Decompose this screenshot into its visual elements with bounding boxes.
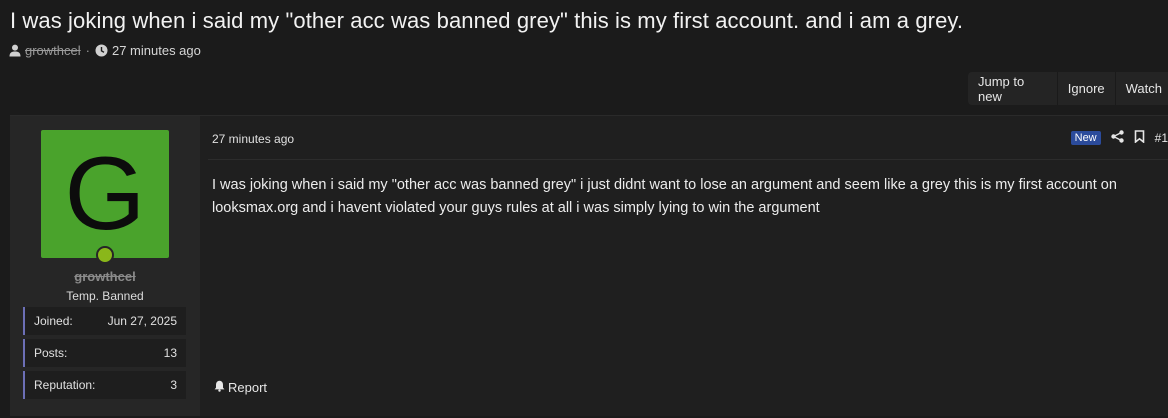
stat-label: Joined:: [34, 314, 73, 328]
thread-time[interactable]: 27 minutes ago: [112, 43, 201, 58]
meta-separator: ·: [85, 43, 90, 58]
thread-meta: growthcel · 27 minutes ago: [9, 43, 201, 58]
stat-value: 13: [163, 346, 177, 360]
thread-author-link[interactable]: growthcel: [25, 43, 81, 58]
stat-posts: Posts: 13: [23, 339, 186, 367]
post: G growthcel Temp. Banned Joined: Jun 27,…: [10, 115, 1168, 416]
post-content: 27 minutes ago New #1 I was joking when …: [200, 116, 1168, 416]
report-label: Report: [228, 380, 268, 395]
bookmark-icon[interactable]: [1134, 130, 1145, 146]
ignore-button[interactable]: Ignore: [1058, 72, 1116, 105]
stat-value: Jun 27, 2025: [107, 314, 177, 328]
thread-actions: Jump to new Ignore Watch: [968, 72, 1168, 105]
jump-to-new-button[interactable]: Jump to new: [968, 72, 1058, 105]
post-number-link[interactable]: #1: [1155, 131, 1168, 145]
share-icon[interactable]: [1110, 130, 1124, 146]
user-icon: [9, 44, 21, 57]
bell-icon: [214, 380, 225, 395]
user-title: Temp. Banned: [66, 289, 144, 303]
post-tools: New #1: [1070, 130, 1168, 146]
post-divider: [208, 159, 1168, 160]
online-status-indicator: [96, 246, 114, 264]
post-body: I was joking when i said my "other acc w…: [212, 177, 1117, 216]
avatar-letter: G: [64, 136, 146, 252]
report-link[interactable]: Report: [214, 380, 267, 395]
avatar[interactable]: G: [41, 130, 169, 258]
stat-joined: Joined: Jun 27, 2025: [23, 307, 186, 335]
clock-icon: [95, 44, 108, 57]
post-username[interactable]: growthcel: [10, 269, 200, 284]
stat-value: 3: [170, 378, 177, 392]
post-user-pane: G growthcel Temp. Banned Joined: Jun 27,…: [10, 116, 200, 416]
thread-title: I was joking when i said my "other acc w…: [10, 8, 964, 33]
stat-label: Posts:: [34, 346, 68, 360]
post-date[interactable]: 27 minutes ago: [212, 132, 294, 146]
watch-button[interactable]: Watch: [1116, 72, 1168, 105]
new-badge: New: [1070, 131, 1101, 145]
stat-reputation: Reputation: 3: [23, 371, 186, 399]
stat-label: Reputation:: [34, 378, 96, 392]
